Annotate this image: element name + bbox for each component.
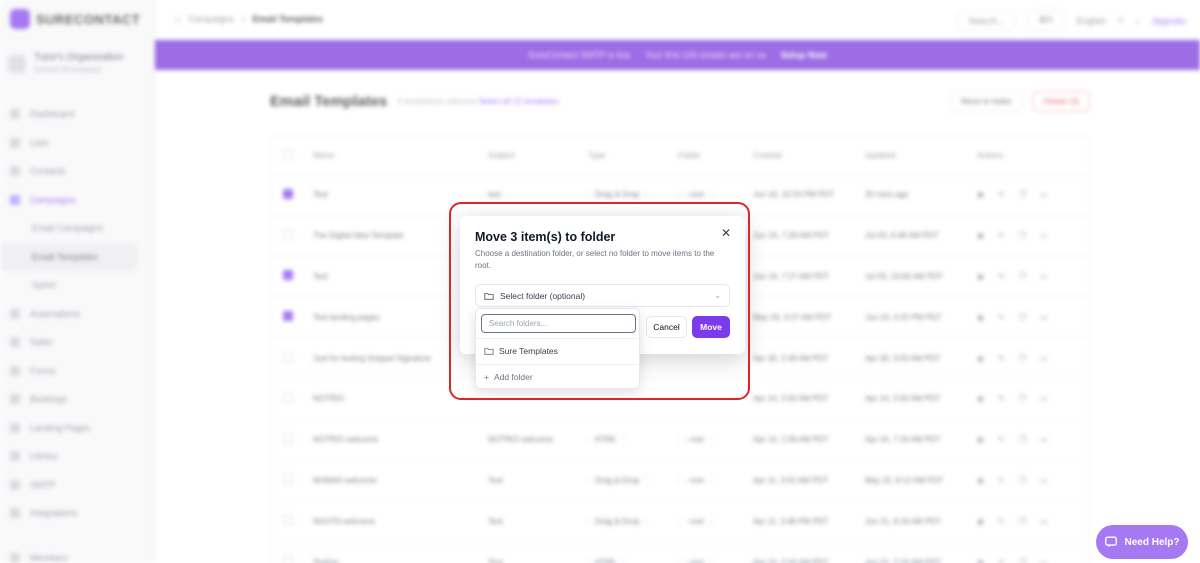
- cancel-button[interactable]: Cancel: [646, 316, 687, 338]
- divider: [476, 364, 639, 365]
- folder-icon: [484, 292, 494, 300]
- chevron-down-icon: ⌄: [714, 291, 721, 300]
- folder-search-input[interactable]: [481, 314, 636, 333]
- close-icon[interactable]: ✕: [719, 226, 733, 240]
- divider: [476, 338, 639, 339]
- add-folder-button[interactable]: + Add folder: [484, 370, 634, 384]
- folder-option-label: Sure Templates: [499, 346, 558, 356]
- folder-select-value: Select folder (optional): [500, 290, 586, 301]
- folder-option-sure-templates[interactable]: Sure Templates: [484, 344, 634, 358]
- folder-icon: [484, 348, 494, 355]
- plus-icon: +: [484, 372, 489, 382]
- dialog-title: Move 3 item(s) to folder: [475, 230, 616, 244]
- dialog-description: Choose a destination folder, or select n…: [475, 249, 715, 270]
- add-folder-label: Add folder: [493, 372, 533, 382]
- folder-select[interactable]: Select folder (optional) ⌄: [475, 284, 730, 307]
- folder-dropdown: Sure Templates + Add folder: [475, 308, 640, 389]
- move-button[interactable]: Move: [692, 316, 730, 338]
